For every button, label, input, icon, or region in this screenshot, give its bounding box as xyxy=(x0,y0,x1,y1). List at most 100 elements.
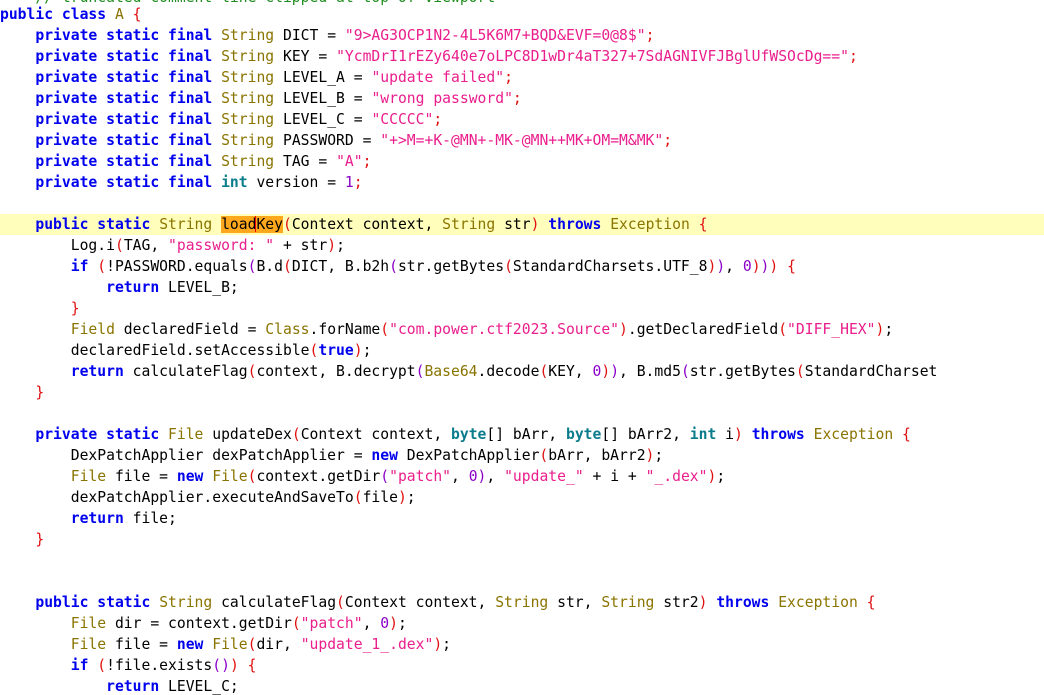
code-line[interactable]: return file; xyxy=(0,508,1044,529)
code-line[interactable]: private static final String LEVEL_B = "w… xyxy=(0,88,1044,109)
code-line[interactable]: return calculateFlag (context, B.decrypt (… xyxy=(0,361,1044,382)
code-line[interactable]: public static String calculateFlag(Conte… xyxy=(0,592,1044,613)
code-line[interactable]: File file = new File(dir, "update_1_.dex… xyxy=(0,634,1044,655)
code-line[interactable]: private static final String KEY = "YcmDr… xyxy=(0,46,1044,67)
code-token: ) xyxy=(353,342,363,359)
code-editor-viewport[interactable]: // truncated comment line clipped at top… xyxy=(0,0,1044,695)
code-token: declaredField = xyxy=(114,321,266,338)
code-line[interactable]: DexPatchApplier dexPatchApplier = new De… xyxy=(0,445,1044,466)
code-token: "update failed" xyxy=(371,69,505,86)
code-token: { xyxy=(787,258,796,275)
code-token: private xyxy=(35,69,98,86)
code-token: static xyxy=(106,426,160,443)
code-line[interactable] xyxy=(0,571,1044,592)
code-token: version = xyxy=(247,174,345,191)
code-line[interactable] xyxy=(0,403,1044,424)
code-line[interactable]: if (!file.exists()) { xyxy=(0,655,1044,676)
code-line[interactable]: public class A { xyxy=(0,4,1044,25)
code-line[interactable]: private static final String LEVEL_C = "C… xyxy=(0,109,1044,130)
code-token: ( xyxy=(389,258,398,275)
code-token: Context context, xyxy=(344,594,496,611)
code-token: "YcmDrI1rEZy640e7oLPC8D1wDr4aT327+7SdAGN… xyxy=(336,48,849,65)
code-line[interactable]: } xyxy=(0,382,1044,403)
code-token: ( xyxy=(539,447,549,464)
code-line[interactable]: File file = new File(context.getDir("pat… xyxy=(0,466,1044,487)
code-line[interactable]: } xyxy=(0,529,1044,550)
code-line[interactable] xyxy=(0,550,1044,571)
code-line[interactable]: Field declaredField = Class.forName("com… xyxy=(0,319,1044,340)
code-line[interactable]: return LEVEL_C; xyxy=(0,676,1044,695)
code-token: ) xyxy=(716,258,726,275)
code-line[interactable]: private static final String TAG = "A"; xyxy=(0,151,1044,172)
code-token: dexPatchApplier.executeAndSaveTo xyxy=(70,489,354,506)
code-token: calculateFlag xyxy=(123,363,248,380)
code-line[interactable] xyxy=(0,193,1044,214)
code-line[interactable]: private static final String LEVEL_A = "u… xyxy=(0,67,1044,88)
code-token: str2 xyxy=(654,594,699,611)
code-token: Context context, xyxy=(291,216,443,233)
code-token: dir = context.getDir xyxy=(106,615,292,632)
code-token: } xyxy=(35,531,45,548)
code-token: ( xyxy=(282,258,292,275)
code-line[interactable]: declaredField.setAccessible(true); xyxy=(0,340,1044,361)
code-line[interactable]: private static final int version = 1; xyxy=(0,172,1044,193)
code-token: "update_" xyxy=(504,468,584,485)
code-token: File xyxy=(168,426,204,443)
code-token: File xyxy=(70,615,107,632)
code-line[interactable]: if (!PASSWORD.equals(B.d(DICT, B.b2h(str… xyxy=(0,256,1044,277)
code-line-highlighted[interactable]: public static String loadKey(Context con… xyxy=(0,214,1044,235)
code-token: new xyxy=(176,636,204,653)
code-token: PASSWORD = xyxy=(274,132,381,149)
code-token: file = xyxy=(106,636,177,653)
code-token: ( xyxy=(680,363,690,380)
code-token: return xyxy=(106,279,160,296)
code-token: static xyxy=(106,153,160,170)
code-token: A xyxy=(114,6,124,23)
code-token: final xyxy=(168,90,213,107)
code-token: "update_1_.dex" xyxy=(300,636,434,653)
code-line[interactable]: Log.i(TAG, "password: " + str); xyxy=(0,235,1044,256)
code-line[interactable]: return LEVEL_B; xyxy=(0,277,1044,298)
code-token: ( xyxy=(97,657,107,674)
code-token: { xyxy=(902,426,911,443)
code-token: Base64 xyxy=(424,363,478,380)
code-token: ( xyxy=(291,426,301,443)
code-line[interactable]: private static final String DICT = "9>AG… xyxy=(0,25,1044,46)
code-line[interactable]: File dir = context.getDir("patch", 0); xyxy=(0,613,1044,634)
code-token: static xyxy=(97,216,151,233)
code-token: public xyxy=(35,216,89,233)
code-token: Context context, xyxy=(300,426,452,443)
code-line[interactable]: private static final String PASSWORD = "… xyxy=(0,130,1044,151)
code-line[interactable]: private static File updateDex(Context co… xyxy=(0,424,1044,445)
code-lines-container[interactable]: public class A { private static final St… xyxy=(0,4,1044,695)
code-token: ) xyxy=(389,615,398,632)
code-token: .getDeclaredField xyxy=(627,321,779,338)
code-line[interactable]: } xyxy=(0,298,1044,319)
code-line[interactable]: dexPatchApplier.executeAndSaveTo(file); xyxy=(0,487,1044,508)
code-token: String xyxy=(221,48,275,65)
code-token: ; xyxy=(848,48,858,65)
code-token: "patch" xyxy=(300,615,363,632)
code-token: + i + xyxy=(583,468,646,485)
code-token: private xyxy=(35,174,98,191)
